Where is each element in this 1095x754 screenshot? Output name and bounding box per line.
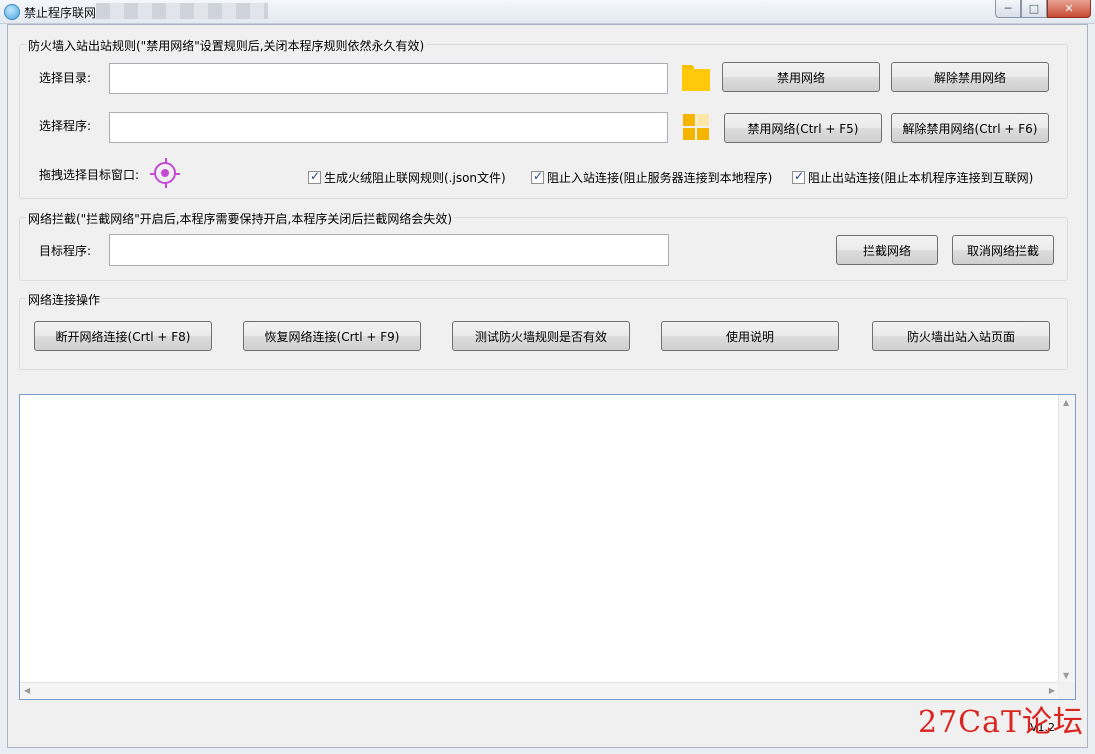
block-inbound-checkbox[interactable]: 阻止入站连接(阻止服务器连接到本地程序) bbox=[531, 169, 772, 186]
blurred-title-region bbox=[96, 3, 268, 19]
program-grid-icon[interactable] bbox=[683, 114, 709, 140]
json-rule-checkbox[interactable]: 生成火绒阻止联网规则(.json文件) bbox=[308, 169, 506, 186]
disconnect-network-button[interactable]: 断开网络连接(Crtl + F8) bbox=[34, 321, 212, 351]
watermark-text: 27CaT论坛 bbox=[918, 705, 1085, 740]
horizontal-scrollbar[interactable]: ◀ ▶ bbox=[20, 682, 1059, 699]
network-intercept-group-title: 网络拦截("拦截网络"开启后,本程序需要保持开启,本程序关闭后拦截网络会失效) bbox=[26, 210, 455, 227]
network-connection-group: 网络连接操作 断开网络连接(Crtl + F8) 恢复网络连接(Crtl + F… bbox=[19, 291, 1068, 370]
test-firewall-rules-button[interactable]: 测试防火墙规则是否有效 bbox=[452, 321, 630, 351]
json-rule-checkbox-box[interactable] bbox=[308, 169, 321, 184]
scroll-up-arrow-icon[interactable]: ▲ bbox=[1063, 398, 1069, 407]
json-rule-checkbox-label: 生成火绒阻止联网规则(.json文件) bbox=[324, 171, 506, 185]
select-directory-label: 选择目录: bbox=[39, 71, 92, 85]
target-program-label: 目标程序: bbox=[39, 244, 92, 258]
scroll-left-arrow-icon[interactable]: ◀ bbox=[24, 686, 30, 695]
restore-network-button[interactable]: 恢复网络连接(Crtl + F9) bbox=[243, 321, 421, 351]
window-controls: ─ □ ✕ bbox=[995, 0, 1091, 18]
window-title: 禁止程序联网 bbox=[24, 6, 97, 20]
block-inbound-checkbox-box[interactable] bbox=[531, 169, 544, 184]
block-outbound-checkbox-box[interactable] bbox=[792, 169, 805, 184]
disable-network-hotkey-button[interactable]: 禁用网络(Ctrl + F5) bbox=[724, 113, 882, 143]
firewall-rules-group: 防火墙入站出站规则("禁用网络"设置规则后,关闭本程序规则依然永久有效) 选择目… bbox=[19, 37, 1068, 199]
disable-network-button[interactable]: 禁用网络 bbox=[722, 62, 880, 92]
enable-network-button[interactable]: 解除禁用网络 bbox=[891, 62, 1049, 92]
intercept-network-button[interactable]: 拦截网络 bbox=[836, 235, 938, 265]
drag-target-window-label: 拖拽选择目标窗口: bbox=[39, 168, 140, 182]
folder-icon[interactable] bbox=[682, 65, 710, 91]
select-directory-input[interactable] bbox=[109, 63, 668, 94]
vertical-scrollbar[interactable]: ▲ ▼ bbox=[1058, 395, 1075, 683]
app-shield-icon bbox=[4, 4, 20, 20]
crosshair-target-icon[interactable] bbox=[150, 158, 180, 188]
cancel-intercept-button[interactable]: 取消网络拦截 bbox=[952, 235, 1054, 265]
firewall-rules-group-title: 防火墙入站出站规则("禁用网络"设置规则后,关闭本程序规则依然永久有效) bbox=[26, 37, 427, 54]
select-program-input[interactable] bbox=[109, 112, 668, 143]
client-area: 防火墙入站出站规则("禁用网络"设置规则后,关闭本程序规则依然永久有效) 选择目… bbox=[7, 24, 1088, 748]
close-button[interactable]: ✕ bbox=[1047, 0, 1091, 18]
scroll-right-arrow-icon[interactable]: ▶ bbox=[1049, 686, 1055, 695]
firewall-page-button[interactable]: 防火墙出站入站页面 bbox=[872, 321, 1050, 351]
enable-network-hotkey-button[interactable]: 解除禁用网络(Ctrl + F6) bbox=[891, 113, 1049, 143]
target-program-input[interactable] bbox=[109, 234, 669, 266]
minimize-button[interactable]: ─ bbox=[995, 0, 1021, 18]
network-connection-group-title: 网络连接操作 bbox=[26, 291, 103, 308]
network-intercept-group: 网络拦截("拦截网络"开启后,本程序需要保持开启,本程序关闭后拦截网络会失效) … bbox=[19, 210, 1068, 281]
block-outbound-checkbox[interactable]: 阻止出站连接(阻止本机程序连接到互联网) bbox=[792, 169, 1033, 186]
usage-instructions-button[interactable]: 使用说明 bbox=[661, 321, 839, 351]
log-textarea[interactable]: ▲ ▼ ◀ ▶ bbox=[19, 394, 1076, 700]
select-program-label: 选择程序: bbox=[39, 119, 92, 133]
block-outbound-checkbox-label: 阻止出站连接(阻止本机程序连接到互联网) bbox=[808, 171, 1034, 185]
block-inbound-checkbox-label: 阻止入站连接(阻止服务器连接到本地程序) bbox=[547, 171, 773, 185]
scroll-down-arrow-icon[interactable]: ▼ bbox=[1063, 671, 1069, 680]
title-bar: 禁止程序联网 ─ □ ✕ bbox=[0, 0, 1095, 24]
maximize-button[interactable]: □ bbox=[1021, 0, 1047, 18]
